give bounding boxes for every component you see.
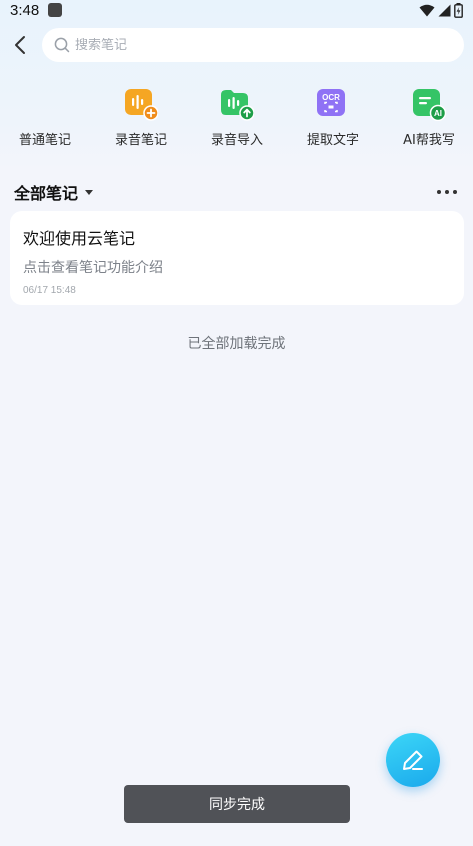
ai-icon-text: AI: [434, 109, 442, 118]
voice-import-icon: [221, 90, 254, 121]
quick-action-ai-write[interactable]: AI AI帮我写: [389, 86, 469, 148]
quick-action-plain-note[interactable]: 普通笔记: [5, 86, 85, 148]
more-dot-icon: [437, 190, 441, 194]
list-footer-status: 已全部加载完成: [187, 336, 286, 352]
status-bar: 3:48: [0, 0, 473, 20]
status-icons: [419, 2, 463, 18]
quick-actions: 普通笔记 录音笔记 录音导入 OCR 提取文字 AI AI帮我写: [0, 86, 473, 148]
quick-action-label: 录音导入: [210, 133, 263, 148]
quick-action-voice-import[interactable]: 录音导入: [197, 86, 277, 148]
caret-down-icon[interactable]: [84, 189, 94, 196]
note-card[interactable]: 欢迎使用云笔记 点击查看笔记功能介绍 06/17 15:48: [10, 211, 464, 305]
search-icon: [54, 37, 70, 53]
search-input[interactable]: [75, 37, 435, 53]
edit-pen-icon: [403, 750, 423, 770]
quick-action-ocr[interactable]: OCR 提取文字: [293, 86, 373, 148]
plain-note-icon: [28, 87, 62, 121]
note-title: 欢迎使用云笔记: [23, 229, 136, 248]
ai-write-icon: AI: [413, 89, 446, 121]
quick-action-label: 录音笔记: [114, 133, 167, 148]
ocr-icon-text: OCR: [322, 93, 340, 102]
search-box[interactable]: [42, 28, 464, 62]
back-button[interactable]: [0, 28, 40, 62]
notification-app-icon: [48, 3, 63, 17]
more-dot-icon: [453, 190, 457, 194]
quick-action-label: AI帮我写: [403, 133, 455, 148]
sync-toast: 同步完成: [124, 785, 350, 823]
section-title[interactable]: 全部笔记: [14, 180, 78, 204]
quick-action-label: 普通笔记: [18, 133, 71, 148]
ocr-icon: OCR: [317, 89, 345, 116]
more-dot-icon: [445, 190, 449, 194]
back-arrow-icon: [15, 36, 25, 54]
new-note-button[interactable]: [386, 733, 440, 787]
notes-screen: 3:48 搜索笔记 普通笔记 录音笔记 录音导入 OCR 提取文字 AI AI帮…: [0, 0, 473, 846]
note-timestamp: 06/17 15:48: [23, 285, 76, 296]
header: [0, 28, 473, 62]
notes-section-header: 全部笔记: [14, 180, 459, 204]
more-options-button[interactable]: [435, 184, 459, 200]
voice-note-icon: [125, 89, 158, 121]
status-time: 3:48: [10, 1, 40, 19]
wifi-icon: [419, 4, 435, 16]
cell-signal-icon: [438, 4, 451, 16]
quick-action-voice-note[interactable]: 录音笔记: [101, 86, 181, 148]
note-description: 点击查看笔记功能介绍: [23, 260, 163, 276]
battery-icon: [454, 2, 463, 18]
quick-action-label: 提取文字: [306, 133, 359, 148]
